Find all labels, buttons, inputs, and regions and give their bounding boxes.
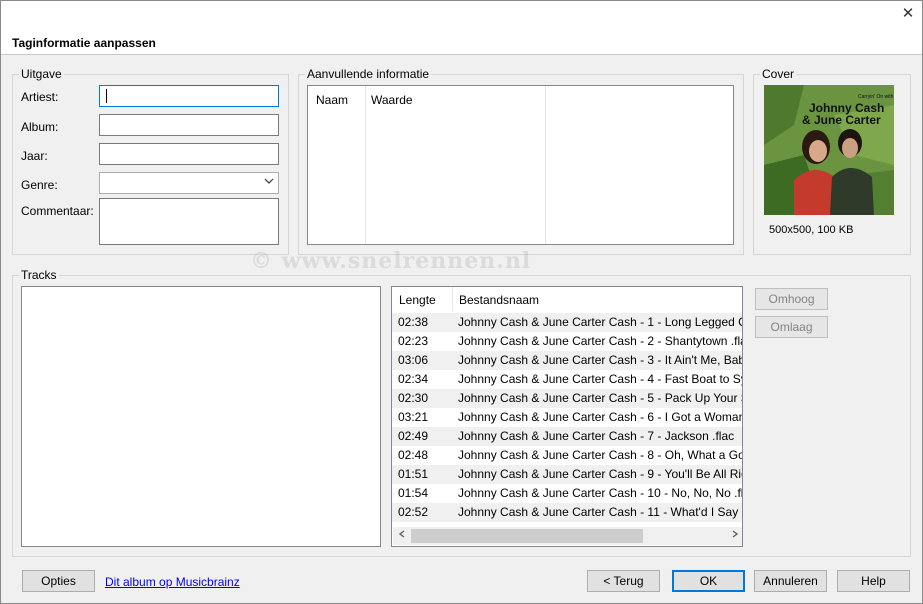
track-row[interactable]: 02:23 Johnny Cash & June Carter Cash - 2 … [392,332,742,351]
column-divider [452,287,453,311]
col-value-header[interactable]: Waarde [371,88,413,112]
track-row[interactable]: 02:30 Johnny Cash & June Carter Cash - 5 … [392,389,742,408]
genre-label: Genre: [21,178,58,192]
track-row[interactable]: 03:21 Johnny Cash & June Carter Cash - 6 … [392,408,742,427]
col-filename-header[interactable]: Bestandsnaam [459,288,539,312]
col-name-header[interactable]: Naam [316,88,348,112]
year-field[interactable] [99,143,279,165]
track-row[interactable]: 02:38 Johnny Cash & June Carter Cash - 1 … [392,313,742,332]
help-button[interactable]: Help [837,570,910,592]
cover-info: 500x500, 100 KB [769,224,854,236]
track-row[interactable]: 01:54 Johnny Cash & June Carter Cash - 10… [392,484,742,503]
tracks-source-list[interactable] [21,286,381,547]
back-button[interactable]: < Terug [587,570,660,592]
scroll-right-icon[interactable] [726,527,742,545]
ok-button[interactable]: OK [672,570,745,592]
year-label: Jaar: [21,149,48,163]
track-row[interactable]: 03:06 Johnny Cash & June Carter Cash - 3 … [392,351,742,370]
track-filename: Johnny Cash & June Carter Cash - 9 - You… [458,467,743,481]
track-length: 02:23 [398,334,429,348]
track-filename: Johnny Cash & June Carter Cash - 2 - Sha… [458,334,743,348]
cover-legend: Cover [760,67,797,81]
track-length: 02:48 [398,448,429,462]
track-length: 02:52 [398,505,429,519]
comment-label: Commentaar: [21,204,94,218]
cancel-button[interactable]: Annuleren [754,570,827,592]
uitgave-legend: Uitgave [19,67,64,81]
column-divider [545,86,546,244]
tracks-header: Lengte Bestandsnaam [392,287,742,312]
track-length: 02:38 [398,315,429,329]
album-cover-image[interactable]: Carryin' On with Johnny Cash & June Cart… [764,85,894,215]
genre-dropdown[interactable] [99,172,279,194]
track-length: 01:54 [398,486,429,500]
track-filename: Johnny Cash & June Carter Cash - 10 - No… [458,486,743,500]
text-caret [106,89,107,103]
track-row[interactable]: 02:49 Johnny Cash & June Carter Cash - 7 … [392,427,742,446]
track-row[interactable]: 01:51 Johnny Cash & June Carter Cash - 9 … [392,465,742,484]
close-button[interactable]: ✕ [899,5,917,23]
track-length: 02:34 [398,372,429,386]
track-length: 03:21 [398,410,429,424]
watermark: © www.snelrennen.nl [250,248,532,274]
track-filename: Johnny Cash & June Carter Cash - 11 - Wh… [458,505,743,519]
album-field[interactable] [99,114,279,136]
artist-field[interactable] [99,85,279,107]
scroll-left-icon[interactable] [393,527,410,545]
options-button[interactable]: Opties [22,570,95,592]
track-filename: Johnny Cash & June Carter Cash - 3 - It … [458,353,743,367]
tracks-list[interactable]: Lengte Bestandsnaam 02:38 Johnny Cash & J… [391,286,743,547]
col-length-header[interactable]: Lengte [399,288,436,312]
comment-field[interactable] [99,198,279,245]
move-down-button[interactable]: Omlaag [755,316,828,338]
column-divider [365,86,366,244]
track-row[interactable]: 02:48 Johnny Cash & June Carter Cash - 8 … [392,446,742,465]
track-row[interactable]: 02:34 Johnny Cash & June Carter Cash - 4 … [392,370,742,389]
extra-info-legend: Aanvullende informatie [305,67,432,81]
cover-artist-line-2: & June Carter [802,113,881,127]
track-filename: Johnny Cash & June Carter Cash - 1 - Lon… [458,315,743,329]
track-filename: Johnny Cash & June Carter Cash - 4 - Fas… [458,372,743,386]
track-length: 02:30 [398,391,429,405]
track-filename: Johnny Cash & June Carter Cash - 6 - I G… [458,410,743,424]
horizontal-scrollbar[interactable] [393,527,742,545]
extra-info-header: Naam Waarde [308,86,733,112]
chevron-down-icon [264,175,274,189]
musicbrainz-link[interactable]: Dit album op Musicbrainz [105,575,240,589]
scrollbar-thumb[interactable] [411,529,643,543]
track-row[interactable]: 02:52 Johnny Cash & June Carter Cash - 11… [392,503,742,522]
track-filename: Johnny Cash & June Carter Cash - 5 - Pac… [458,391,743,405]
dialog-title: Taginformatie aanpassen [12,36,156,50]
move-up-button[interactable]: Omhoog [755,288,828,310]
extra-info-list[interactable]: Naam Waarde [307,85,734,245]
tracks-legend: Tracks [19,268,59,282]
track-length: 01:51 [398,467,429,481]
track-filename: Johnny Cash & June Carter Cash - 7 - Jac… [458,429,735,443]
track-length: 02:49 [398,429,429,443]
artist-label: Artiest: [21,90,59,104]
track-filename: Johnny Cash & June Carter Cash - 8 - Oh,… [458,448,743,462]
album-label: Album: [21,120,59,134]
track-length: 03:06 [398,353,429,367]
cover-small-text: Carryin' On with [858,94,894,100]
